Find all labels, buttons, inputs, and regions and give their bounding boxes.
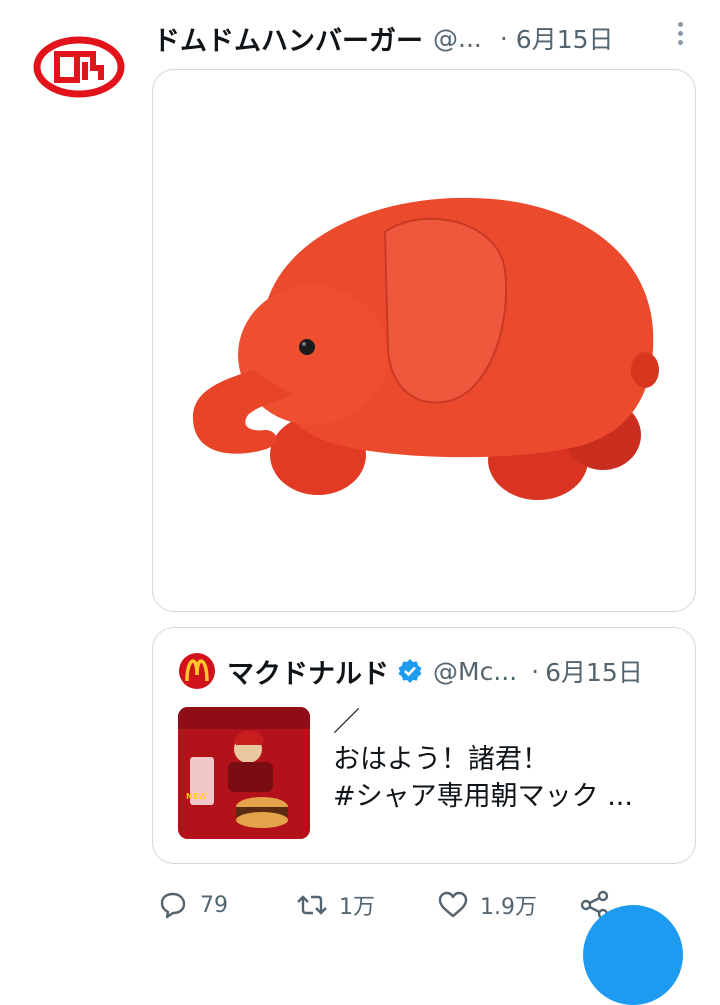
domdom-logo-icon: [33, 36, 125, 98]
like-button[interactable]: 1.9万: [436, 880, 537, 930]
quoted-tweet-date[interactable]: 6月15日: [545, 653, 643, 689]
more-options-icon[interactable]: [672, 16, 688, 50]
svg-text:NEW: NEW: [186, 792, 207, 801]
quoted-author-name[interactable]: マクドナルド: [227, 652, 389, 691]
separator-dot: ·: [531, 656, 540, 686]
quoted-tweet-header: マクドナルド @Mc... · 6月15日: [227, 650, 687, 692]
mcdonalds-logo-icon[interactable]: [179, 653, 215, 689]
author-handle[interactable]: @...: [433, 24, 482, 53]
red-elephant-plush-image: [192, 197, 659, 500]
quoted-text-line: #シャア専用朝マック ...: [333, 781, 633, 812]
author-avatar[interactable]: [33, 36, 125, 98]
reply-button[interactable]: 79: [156, 880, 228, 930]
tweet-media[interactable]: [152, 69, 696, 612]
quoted-text-line: おはよう！諸君！: [333, 744, 549, 775]
like-count: 1.9万: [480, 895, 537, 920]
separator-dot: ·: [499, 23, 508, 53]
author-name[interactable]: ドムドムハンバーガー: [153, 19, 423, 58]
heart-icon: [438, 891, 468, 918]
verified-badge-icon: [398, 659, 422, 683]
quoted-author-handle[interactable]: @Mc...: [433, 657, 517, 686]
retweet-button[interactable]: 1万: [295, 880, 375, 930]
reply-count: 79: [200, 892, 228, 918]
quoted-tweet-text: ／ おはよう！諸君！ #シャア専用朝マック ...: [333, 704, 673, 815]
tweet-header: ドムドムハンバーガー @... · 6月15日: [153, 16, 698, 60]
quoted-tweet[interactable]: マクドナルド @Mc... · 6月15日 NEW ／ おはよう！諸君！ #シャ…: [152, 627, 696, 864]
quoted-text-line: ／: [333, 707, 360, 738]
char-breakfast-promo-image[interactable]: NEW: [178, 707, 310, 839]
retweet-icon: [297, 895, 327, 915]
retweet-count: 1万: [339, 895, 375, 920]
reply-icon: [160, 892, 186, 919]
tweet-date[interactable]: 6月15日: [516, 20, 614, 56]
compose-tweet-button[interactable]: [583, 905, 683, 1005]
